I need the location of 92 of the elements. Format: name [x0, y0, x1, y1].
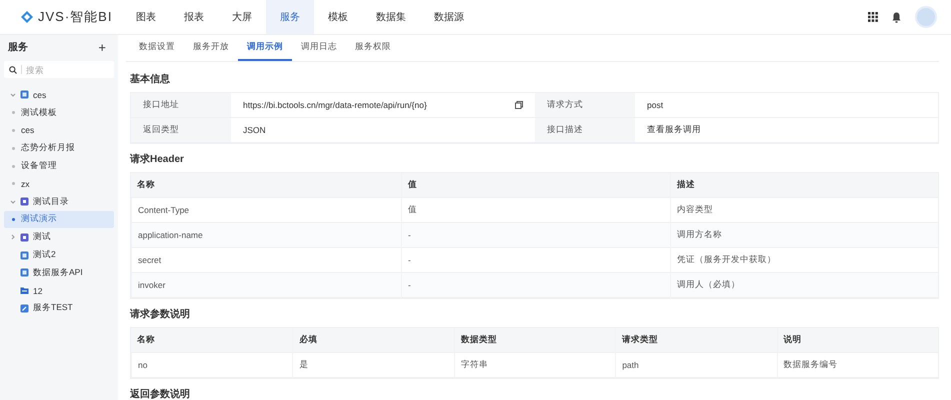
column-header: 名称 [131, 173, 401, 198]
square-node-icon [20, 197, 29, 206]
table-cell: 是 [292, 353, 454, 378]
table-cell: 调用方名称 [670, 223, 938, 248]
bell-icon [892, 12, 901, 22]
column-header: 数据类型 [454, 328, 616, 353]
tab[interactable]: 服务权限 [346, 35, 400, 61]
field-value: https://bi.bctools.cn/mgr/data-remote/api/run/{no} [243, 100, 427, 110]
section-title: 请求Header [130, 154, 184, 165]
bullet-icon [12, 128, 15, 132]
table-cell: no [131, 353, 292, 378]
nav-tab[interactable]: 服务 [266, 0, 314, 34]
table-cell: 字符串 [454, 353, 616, 378]
tree-item-label: 测试 [33, 231, 51, 244]
table-cell: path [615, 353, 777, 378]
tree-item-label: 设备管理 [21, 160, 57, 172]
table-cell: application-name [131, 223, 401, 248]
column-header: 值 [401, 173, 670, 198]
tree-item[interactable]: zx [4, 174, 114, 193]
square-node-icon [20, 90, 29, 100]
folder-icon [20, 286, 29, 296]
nav-tab[interactable]: 图表 [122, 0, 170, 34]
tab[interactable]: 调用示例 [238, 35, 292, 61]
search-input[interactable]: 搜索 [26, 64, 106, 74]
tree-item[interactable]: 服务TEST [4, 300, 114, 318]
tree-item-label: 测试目录 [33, 196, 69, 208]
bullet-icon [12, 111, 15, 114]
tree-item[interactable]: 态势分析月报 [4, 139, 114, 158]
tab[interactable]: 服务开放 [184, 35, 238, 61]
tab[interactable]: 调用日志 [292, 35, 346, 61]
column-header: 名称 [131, 328, 292, 353]
tree-item-label: 测试模板 [21, 106, 57, 119]
copy-icon[interactable] [515, 101, 523, 109]
tree-item[interactable]: 测试演示 [4, 210, 114, 228]
tree-item-label: 数据服务API [33, 266, 83, 279]
nav-tab[interactable]: 数据集 [362, 0, 420, 34]
square-node-icon [20, 268, 29, 278]
edit-icon [20, 304, 29, 313]
column-header: 必填 [292, 328, 454, 353]
search-icon [9, 66, 17, 74]
column-header: 说明 [776, 328, 938, 353]
field-label: 返回类型 [131, 118, 231, 143]
field-value: post [635, 93, 938, 118]
field-label: 接口地址 [131, 93, 231, 118]
field-value: 查看服务调用 [635, 118, 938, 143]
tree-item[interactable]: 设备管理 [4, 157, 114, 175]
tree-item-label: ces [33, 90, 46, 100]
nav-tab[interactable]: 数据源 [420, 0, 478, 34]
section-title: 请求参数说明 [130, 309, 190, 320]
tree-item-label: 测试演示 [21, 213, 57, 226]
bullet-icon [12, 182, 15, 186]
tree-item-label: 12 [33, 286, 42, 296]
tree-item[interactable]: 12 [4, 282, 114, 300]
logo-icon [20, 10, 34, 24]
tree-item-label: 测试2 [33, 249, 56, 262]
table-cell: - [401, 273, 670, 298]
field-label: 接口描述 [535, 118, 635, 143]
square-node-icon [20, 232, 29, 242]
tree-item-label: 态势分析月报 [21, 142, 75, 154]
tree-item[interactable]: 测试模板 [4, 104, 114, 122]
tree-item[interactable]: 测试 [4, 228, 114, 246]
tree-item[interactable]: 测试目录 [4, 192, 114, 211]
field-value: JSON [243, 125, 266, 135]
table-cell: - [401, 223, 670, 248]
tree-item[interactable]: 测试2 [4, 246, 114, 264]
nav-tab[interactable]: 报表 [170, 0, 218, 34]
column-header: 请求类型 [615, 328, 777, 353]
tab[interactable]: 数据设置 [130, 35, 184, 61]
table-cell: invoker [131, 273, 401, 298]
add-button[interactable]: + [94, 40, 110, 54]
sidebar-title: 服务 [8, 40, 28, 54]
bullet-icon [12, 218, 15, 221]
tree-item-label: zx [21, 178, 30, 189]
bullet-icon [12, 146, 15, 150]
nav-tab[interactable]: 大屏 [218, 0, 266, 34]
section-title: 返回参数说明 [130, 389, 190, 400]
nav-tab[interactable]: 模板 [314, 0, 362, 34]
column-header: 描述 [670, 173, 938, 198]
bullet-icon [12, 164, 15, 168]
section-title: 基本信息 [130, 74, 170, 85]
tree-item[interactable]: 数据服务API [4, 264, 114, 282]
tree-item-label: ces [21, 125, 34, 136]
square-node-icon [20, 250, 29, 260]
tree-item-label: 服务TEST [33, 302, 73, 314]
apps-grid-icon [868, 12, 878, 22]
table-cell: 数据服务编号 [776, 353, 938, 378]
search-field[interactable]: 搜索 [4, 61, 114, 78]
table-cell: 调用人（必填） [670, 273, 938, 298]
tree-item[interactable]: ces [4, 122, 114, 140]
field-label: 请求方式 [535, 93, 635, 118]
app-logo-text: JVS·智能BI [38, 8, 112, 26]
tree-item[interactable]: ces [4, 86, 114, 104]
